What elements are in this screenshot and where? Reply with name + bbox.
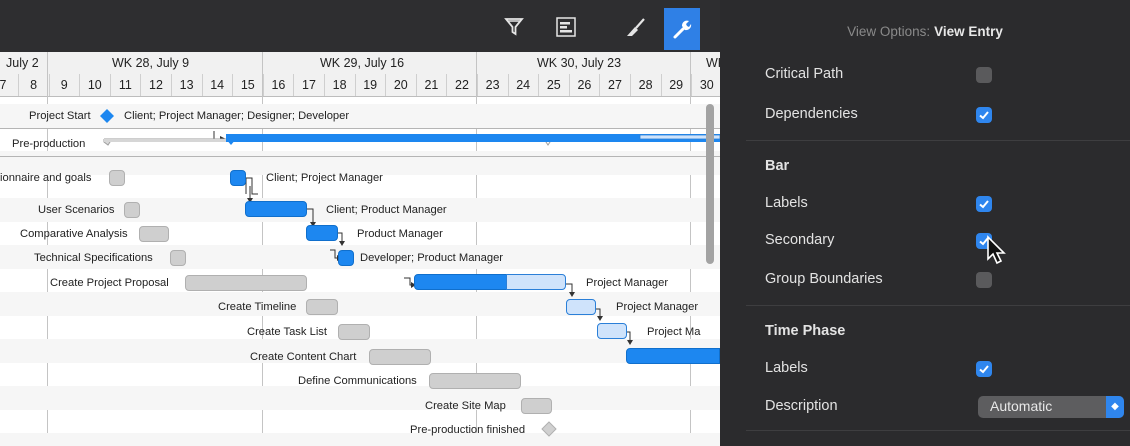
dependencies-checkbox[interactable] [976,107,992,123]
option-critical-path[interactable]: Critical Path [720,56,1130,94]
task-resources: Project Manager [586,277,669,289]
option-secondary[interactable]: Secondary [720,222,1130,260]
task-bar[interactable] [230,170,246,186]
task-bar[interactable] [626,348,720,364]
panel-title: View Options: View Entry [720,0,1130,62]
task-bar[interactable] [429,373,521,389]
gantt-chart[interactable]: July 2 WK 28, July 9 WK 29, July 16 WK 3… [0,0,720,446]
task-label[interactable]: ionnaire and goals [0,172,91,184]
panel-divider [746,305,1130,306]
section-heading: Bar [765,158,790,174]
task-resources: Client; Product Manager [326,204,447,216]
option-label: Dependencies [765,106,858,122]
description-select[interactable]: Automatic ◆ [978,396,1124,418]
task-label[interactable]: Project Start [29,110,91,122]
task-bar[interactable] [185,275,307,291]
panel-divider [746,430,1130,431]
task-label[interactable]: Create Project Proposal [50,277,169,289]
panel-divider [746,140,1130,141]
panel-title-value: View Entry [934,23,1003,39]
option-label: Secondary [765,232,835,248]
task-bar[interactable] [109,170,125,186]
task-bar[interactable] [245,201,307,217]
critical-path-checkbox[interactable] [976,67,992,83]
option-group-boundaries[interactable]: Group Boundaries [720,261,1130,299]
description-select-value: Automatic [990,398,1053,414]
task-resources: Project Manager [616,301,699,313]
option-label: Labels [765,360,808,376]
time-phase-labels-checkbox[interactable] [976,361,992,377]
task-resources: Developer; Product Manager [360,252,504,264]
checkmark-icon [979,365,989,374]
task-label[interactable]: Technical Specifications [34,252,153,264]
task-label[interactable]: Comparative Analysis [20,228,128,240]
task-label[interactable]: Create Site Map [425,400,506,412]
task-bar[interactable] [170,250,186,266]
option-bar-labels[interactable]: Labels [720,185,1130,223]
task-bar[interactable] [566,299,596,315]
option-label: Labels [765,195,808,211]
option-label: Group Boundaries [765,271,883,287]
task-bar[interactable] [369,349,431,365]
bar-labels-checkbox[interactable] [976,196,992,212]
panel-title-prefix: View Options: [847,23,931,39]
task-resources: Project Ma [647,326,701,338]
task-label[interactable]: User Scenarios [38,204,114,216]
task-bar[interactable] [521,398,552,414]
task-resources: Client; Project Manager [266,172,383,184]
task-label[interactable]: Create Content Chart [250,351,356,363]
task-bar[interactable] [306,225,338,241]
group-boundaries-checkbox[interactable] [976,272,992,288]
task-resources: Client; Project Manager; Designer; Devel… [124,110,350,122]
option-dependencies[interactable]: Dependencies [720,96,1130,134]
task-label[interactable]: Pre-production [12,138,85,150]
section-time-phase: Time Phase [720,313,1130,351]
task-bar[interactable] [139,226,169,242]
option-label: Description [765,398,838,414]
select-stepper-icon: ◆ [1106,396,1124,418]
task-bar[interactable] [338,250,354,266]
task-label[interactable]: Create Timeline [218,301,296,313]
task-bar[interactable] [338,324,370,340]
option-label: Critical Path [765,66,844,82]
view-options-panel: View Options: View Entry Critical Path D… [720,0,1130,446]
summary-bar[interactable] [100,132,720,152]
vertical-scrollbar[interactable] [706,104,714,264]
task-label[interactable]: Create Task List [247,326,327,338]
task-bar[interactable] [306,299,338,315]
task-bar[interactable] [414,274,508,290]
task-bar[interactable] [124,202,140,218]
checkmark-icon [979,111,989,120]
task-bar[interactable] [597,323,627,339]
option-time-phase-labels[interactable]: Labels [720,350,1130,388]
mouse-cursor-icon [987,235,1006,265]
section-heading: Time Phase [765,323,846,339]
milestone-diamond[interactable] [541,421,557,437]
checkmark-icon [979,200,989,209]
task-label[interactable]: Pre-production finished [410,424,525,436]
section-bar: Bar [720,148,1130,186]
task-label[interactable]: Define Communications [298,375,417,387]
milestone-diamond[interactable] [99,108,115,124]
task-resources: Product Manager [357,228,443,240]
task-bar-remaining[interactable] [506,274,566,290]
